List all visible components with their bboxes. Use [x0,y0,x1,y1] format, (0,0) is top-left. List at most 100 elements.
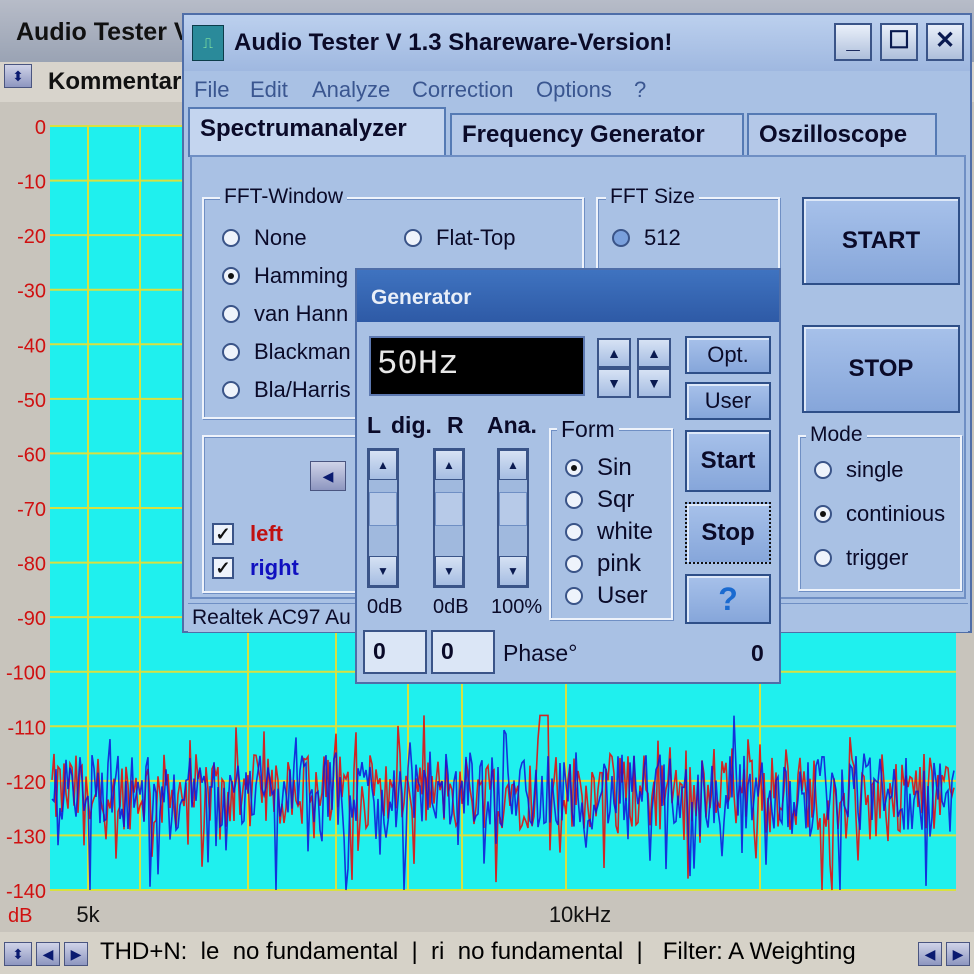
minimize-icon: _ [846,27,860,54]
header-ana: Ana. [487,412,537,438]
scroll-left-icon[interactable]: ◀ [918,942,942,966]
radio-trigger[interactable]: trigger [814,545,908,571]
radio-pink[interactable]: pink [565,550,641,578]
slider-down-icon[interactable]: ▼ [369,556,397,586]
radio-bla-harris[interactable]: Bla/Harris [222,377,351,403]
opt-button[interactable]: Opt. [685,336,771,374]
freq-down-2-icon[interactable]: ▼ [637,368,671,398]
y-tick-label: -130 [6,826,46,848]
radio-van-hann[interactable]: van Hann [222,301,348,327]
tab-spectrumanalyzer[interactable]: Spectrumanalyzer [188,107,446,157]
slider-up-icon[interactable]: ▲ [499,450,527,480]
radio-single[interactable]: single [814,457,903,483]
checkbox-right[interactable]: ✓ right [212,555,299,581]
scroll-left-icon[interactable]: ◀ [310,461,346,491]
freq-up-1-icon[interactable]: ▲ [597,338,631,368]
slider-up-icon[interactable]: ▲ [369,450,397,480]
menu-file[interactable]: File [194,77,229,103]
background-window-title: Audio Tester V [16,18,191,46]
phase-field-left[interactable]: 0 [363,630,427,674]
radio-continious[interactable]: continious [814,501,945,527]
radio-icon [222,381,240,399]
radio-sqr[interactable]: Sqr [565,486,634,514]
radio-user[interactable]: User [565,582,648,610]
y-tick-label: -20 [17,226,46,248]
slider-thumb[interactable] [435,492,463,526]
menubar: File Edit Analyze Correction Options ? [184,71,970,111]
freq-down-1-icon[interactable]: ▼ [597,368,631,398]
left-level-slider[interactable]: ▲ ▼ [367,448,399,588]
close-icon: ✕ [934,27,956,54]
y-tick-label: -50 [17,390,46,412]
user-button[interactable]: User [685,382,771,420]
y-tick-label: -100 [6,663,46,685]
start-button[interactable]: START [802,197,960,285]
y-tick-label: -30 [17,281,46,303]
slider-down-icon[interactable]: ▼ [499,556,527,586]
radio-hamming[interactable]: Hamming [222,263,348,289]
checkbox-left-label: left [250,521,283,546]
radio-none[interactable]: None [222,225,307,251]
fft-size-legend: FFT Size [606,185,699,209]
right-level-slider[interactable]: ▲ ▼ [433,448,465,588]
radio-flat-top[interactable]: Flat-Top [404,225,515,251]
window-title: Audio Tester V 1.3 Shareware-Version! [234,29,673,56]
radio-icon [222,229,240,247]
checkmark-icon: ✓ [212,557,234,579]
updown-icon[interactable]: ⬍ [4,942,32,966]
generator-stop-button[interactable]: Stop [685,502,771,564]
window-titlebar[interactable]: ⎍ Audio Tester V 1.3 Shareware-Version! … [184,15,970,71]
scroll-left-icon[interactable]: ◀ [36,942,60,966]
updown-icon[interactable]: ⬍ [4,64,32,88]
radio-icon [222,305,240,323]
radio-label: van Hann [254,301,349,326]
slider-up-icon[interactable]: ▲ [435,450,463,480]
radio-label: None [254,225,307,250]
x-tick-label: 10kHz [549,902,611,927]
menu-correction[interactable]: Correction [412,77,513,103]
fft-window-legend: FFT-Window [220,185,348,209]
left-level-value: 0dB [367,596,403,618]
freq-up-2-icon[interactable]: ▲ [637,338,671,368]
slider-thumb[interactable] [499,492,527,526]
radio-sin[interactable]: Sin [565,454,632,482]
analog-level-slider[interactable]: ▲ ▼ [497,448,529,588]
phase-field-right[interactable]: 0 [431,630,495,674]
radio-blackman[interactable]: Blackman [222,339,351,365]
device-name: Realtek AC97 Au [192,606,351,629]
radio-label: Hamming [254,263,349,288]
scroll-right-icon[interactable]: ▶ [946,942,970,966]
analog-level-value: 100% [491,596,543,618]
header-dig: dig. [391,412,432,438]
tab-oszilloscope[interactable]: Oszilloscope [747,113,937,157]
stop-button[interactable]: STOP [802,325,960,413]
help-button[interactable]: ? [685,574,771,624]
maximize-button[interactable]: ☐ [880,23,918,61]
generator-titlebar[interactable]: Generator [357,270,779,322]
slider-thumb[interactable] [369,492,397,526]
menu-edit[interactable]: Edit [250,77,288,103]
slider-down-icon[interactable]: ▼ [435,556,463,586]
close-button[interactable]: ✕ [926,23,964,61]
menu-options[interactable]: Options [536,77,612,103]
checkbox-left[interactable]: ✓ left [212,521,283,547]
radio-label: 512 [644,225,681,250]
y-tick-label: -70 [17,499,46,521]
radio-fft-512[interactable]: 512 [612,225,681,251]
radio-white[interactable]: white [565,518,653,546]
generator-start-button[interactable]: Start [685,430,771,492]
y-tick-label: -40 [17,335,46,357]
y-tick-label: -60 [17,444,46,466]
phase-value: 0 [751,640,764,666]
radio-label: Sqr [597,486,635,513]
minimize-button[interactable]: _ [834,23,872,61]
frequency-display[interactable]: 50Hz [369,336,585,396]
menu-analyze[interactable]: Analyze [312,77,390,103]
tab-frequency-generator[interactable]: Frequency Generator [450,113,744,157]
radio-icon [222,343,240,361]
radio-selected-icon [222,267,240,285]
app-icon: ⎍ [192,25,224,61]
scroll-right-icon[interactable]: ▶ [64,942,88,966]
y-axis-label: dB [8,905,32,927]
menu-help[interactable]: ? [634,77,646,103]
